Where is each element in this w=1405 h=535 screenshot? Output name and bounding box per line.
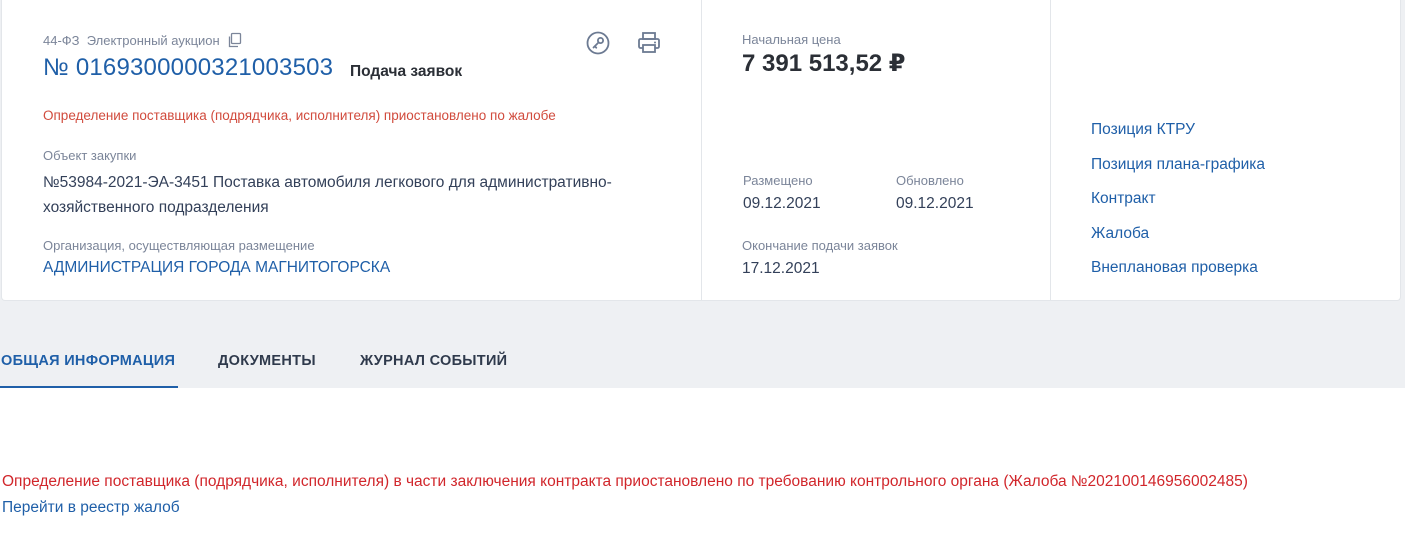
- registry-number[interactable]: № 0169300000321003503: [43, 54, 333, 82]
- updated-label: Обновлено: [896, 173, 964, 188]
- print-icon[interactable]: [636, 30, 662, 56]
- complaint-suspension-text: Определение поставщика (подрядчика, испо…: [2, 473, 1248, 490]
- organization-link[interactable]: АДМИНИСТРАЦИЯ ГОРОДА МАГНИТОГОРСКА: [43, 259, 390, 277]
- contract-link[interactable]: Контракт: [1091, 190, 1156, 208]
- price-label: Начальная цена: [742, 32, 841, 47]
- active-tab-indicator: [0, 386, 178, 388]
- suspension-notice: Определение поставщика (подрядчика, испо…: [43, 108, 556, 123]
- procurement-type-label: 44-ФЗ Электронный аукцион: [43, 32, 220, 48]
- tab-documents[interactable]: ДОКУМЕНТЫ: [218, 353, 316, 369]
- key-icon[interactable]: [585, 30, 611, 56]
- procurement-page: 44-ФЗ Электронный аукцион № 016930000032…: [0, 0, 1405, 535]
- tab-general-info[interactable]: ОБЩАЯ ИНФОРМАЦИЯ: [1, 353, 175, 369]
- column-divider: [1050, 0, 1051, 300]
- complaint-registry-link[interactable]: Перейти в реестр жалоб: [2, 499, 180, 517]
- tab-event-log[interactable]: ЖУРНАЛ СОБЫТИЙ: [360, 353, 507, 369]
- complaint-link[interactable]: Жалоба: [1091, 225, 1149, 243]
- deadline-date: 17.12.2021: [742, 260, 820, 277]
- organization-label: Организация, осуществляющая размещение: [43, 238, 315, 253]
- procurement-stage: Подача заявок: [350, 63, 463, 80]
- deadline-label: Окончание подачи заявок: [742, 238, 898, 253]
- ktru-position-link[interactable]: Позиция КТРУ: [1091, 121, 1195, 139]
- object-label: Объект закупки: [43, 148, 137, 163]
- object-description: №53984-2021-ЭА-3451 Поставка автомобиля …: [43, 174, 612, 216]
- price-value: 7 391 513,52 ₽: [742, 50, 906, 77]
- placed-date: 09.12.2021: [743, 195, 821, 212]
- copy-icon[interactable]: [227, 32, 243, 48]
- procurement-card: 44-ФЗ Электронный аукцион № 016930000032…: [1, 0, 1401, 301]
- updated-date: 09.12.2021: [896, 195, 974, 212]
- column-divider: [701, 0, 702, 300]
- procurement-type: 44-ФЗ Электронный аукцион: [43, 32, 243, 48]
- schedule-plan-position-link[interactable]: Позиция плана-графика: [1091, 156, 1265, 174]
- unscheduled-inspection-link[interactable]: Внеплановая проверка: [1091, 259, 1258, 277]
- placed-label: Размещено: [743, 173, 813, 188]
